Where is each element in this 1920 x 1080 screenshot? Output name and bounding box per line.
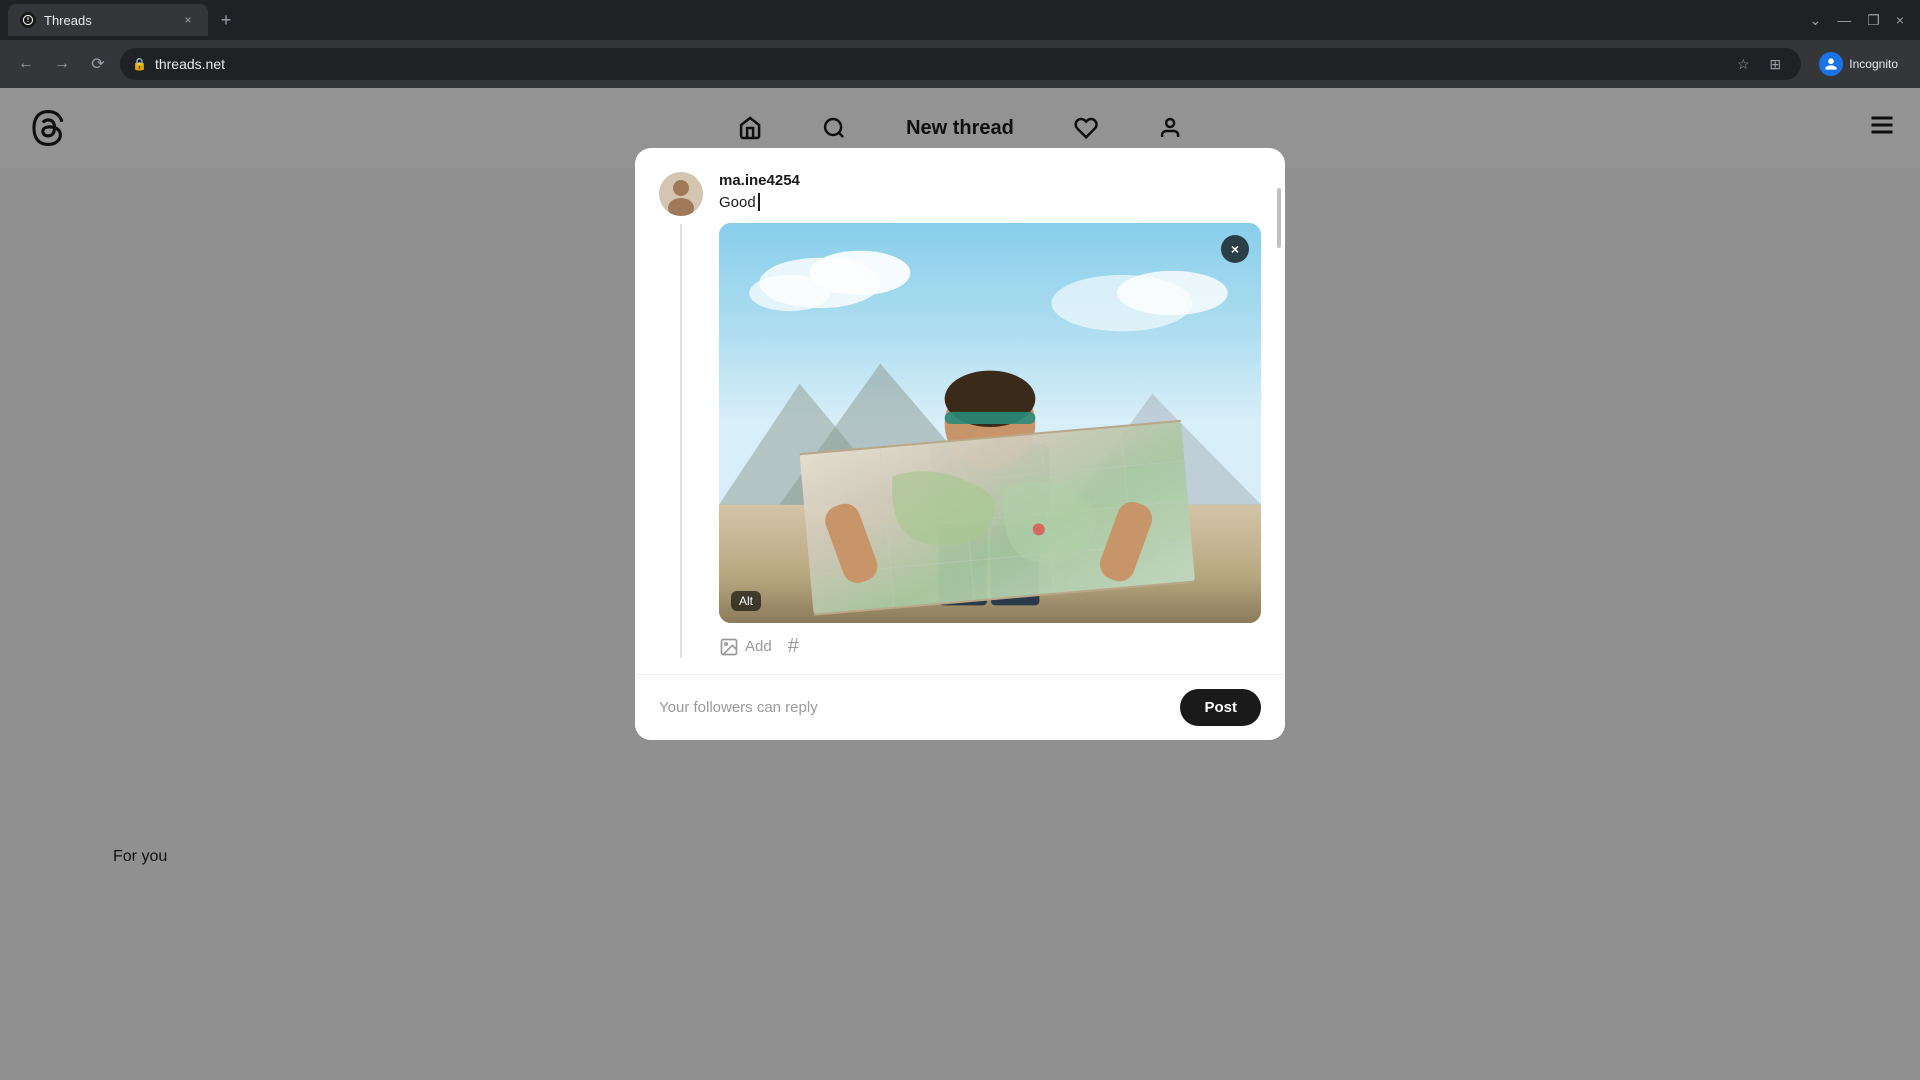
url-display: threads.net xyxy=(155,56,225,72)
forward-button[interactable]: → xyxy=(48,50,76,78)
restore-button[interactable]: ❐ xyxy=(1867,12,1880,29)
hashtag-icon: # xyxy=(788,635,799,658)
incognito-badge: Incognito xyxy=(1809,48,1908,80)
post-button[interactable]: Post xyxy=(1180,689,1261,726)
tab-close-btn[interactable]: × xyxy=(180,12,196,28)
text-cursor xyxy=(758,193,760,211)
reload-button[interactable]: ⟳ xyxy=(84,50,112,78)
image-container: × Alt xyxy=(719,223,1261,623)
tab-favicon xyxy=(20,12,36,28)
new-thread-modal: ma.ine4254 Good xyxy=(635,148,1285,740)
modal-footer: Your followers can reply Post xyxy=(635,674,1285,740)
address-bar-row: ← → ⟳ 🔒 threads.net ☆ ⊞ Incognito xyxy=(0,40,1920,88)
thread-text-area[interactable]: Good xyxy=(719,193,1261,211)
chevron-down-icon[interactable]: ⌄ xyxy=(1810,12,1822,29)
modal-scroll-area[interactable]: ma.ine4254 Good xyxy=(635,148,1285,674)
profile-avatar xyxy=(1819,52,1843,76)
thread-composer: ma.ine4254 Good xyxy=(659,172,1261,658)
alt-badge[interactable]: Alt xyxy=(731,591,761,611)
active-tab[interactable]: Threads × xyxy=(8,4,208,36)
modal-scrollbar[interactable] xyxy=(1277,188,1281,248)
lock-icon: 🔒 xyxy=(132,57,147,71)
modal-overlay: ma.ine4254 Good xyxy=(0,88,1920,1080)
attached-image xyxy=(719,223,1261,623)
followers-reply-text[interactable]: Your followers can reply xyxy=(659,699,818,716)
browser-chrome: Threads × + ⌄ — ❐ × ← → ⟳ 🔒 threads.net … xyxy=(0,0,1920,88)
tab-bar: Threads × + ⌄ — ❐ × xyxy=(0,0,1920,40)
composer-right: ma.ine4254 Good xyxy=(719,172,1261,658)
username-display: ma.ine4254 xyxy=(719,172,1261,189)
user-avatar xyxy=(659,172,703,216)
thread-text-value: Good xyxy=(719,194,756,211)
modal-body: ma.ine4254 Good xyxy=(635,148,1285,674)
address-bar[interactable]: 🔒 threads.net ☆ ⊞ xyxy=(120,48,1801,80)
address-bar-actions: ☆ ⊞ xyxy=(1729,50,1789,78)
add-media-button[interactable]: Add xyxy=(719,637,772,657)
add-label: Add xyxy=(745,638,772,655)
new-tab-button[interactable]: + xyxy=(212,6,240,34)
close-button[interactable]: × xyxy=(1896,12,1904,28)
hashtag-button[interactable]: # xyxy=(788,635,799,658)
window-controls: ⌄ — ❐ × xyxy=(1810,12,1912,29)
star-icon[interactable]: ☆ xyxy=(1729,50,1757,78)
incognito-label: Incognito xyxy=(1849,57,1898,71)
close-image-button[interactable]: × xyxy=(1221,235,1249,263)
back-button[interactable]: ← xyxy=(12,50,40,78)
tab-title: Threads xyxy=(44,13,172,28)
composer-actions: Add # xyxy=(719,635,1261,658)
minimize-button[interactable]: — xyxy=(1837,12,1851,28)
extension-icon[interactable]: ⊞ xyxy=(1761,50,1789,78)
